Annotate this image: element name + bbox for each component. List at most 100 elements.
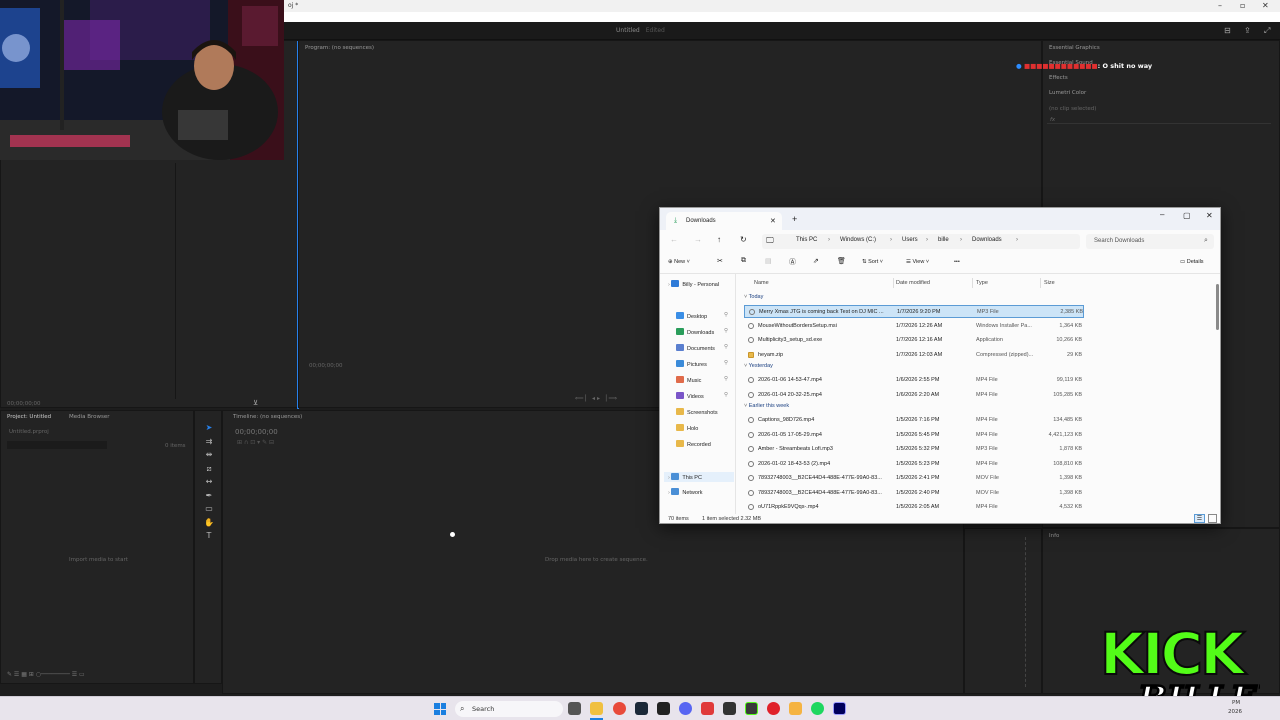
timeline-tools[interactable]: ⊞ ∩ ⊡ ▾ ✎ ⊟ — [237, 439, 274, 446]
kick-app-icon[interactable] — [745, 702, 758, 715]
cut-icon[interactable]: ✂ — [717, 257, 723, 265]
file-row[interactable]: 2026-01-04 20-32-25.mp4 1/6/2026 2:20 AM M… — [744, 389, 1084, 402]
tab-effects[interactable]: Effects — [1049, 75, 1068, 81]
column-date-modified[interactable]: Date modified — [896, 280, 930, 286]
explorer-close-icon[interactable]: ✕ — [1206, 211, 1213, 220]
tab-essential-graphics[interactable]: Essential Graphics — [1049, 45, 1100, 51]
nav-item-8[interactable]: Holo — [676, 424, 698, 432]
terminal-icon[interactable] — [723, 702, 736, 715]
start-icon[interactable] — [434, 703, 446, 715]
clock-date[interactable]: 2026 — [1228, 709, 1242, 715]
nav-item-1[interactable]: Desktop ⚲ — [676, 312, 728, 320]
nav-item-5[interactable]: Music ⚲ — [676, 376, 728, 384]
tool-icons[interactable]: ➤ ⇉ ⇹ ⧄ ↔ ✒ ▭ ✋ T — [202, 421, 216, 543]
project-search-input[interactable] — [7, 441, 107, 449]
new-tab-icon[interactable]: + — [792, 214, 797, 224]
task-view-icon[interactable] — [568, 702, 581, 715]
forward-icon[interactable]: → — [694, 235, 702, 244]
file-row[interactable]: 78932748003__B2CE44D4-488E-477E-99A0-83.… — [744, 472, 1084, 485]
premiere-icon[interactable] — [833, 702, 846, 715]
new-button[interactable]: ⊕ New ˅ — [668, 259, 690, 265]
share-icon[interactable]: ⇪ — [1244, 26, 1251, 35]
minimize-icon[interactable]: – — [1218, 1, 1222, 10]
file-row[interactable]: MouseWithoutBordersSetup.msi 1/7/2026 12:… — [744, 320, 1084, 333]
back-icon[interactable]: ← — [670, 235, 678, 244]
nav-item-7[interactable]: Screenshots — [676, 408, 718, 416]
breadcrumb-downloads[interactable]: Downloads — [972, 237, 1002, 243]
app-icon-circle-red[interactable] — [767, 702, 780, 715]
file-row[interactable]: heyam.zip 1/7/2026 12:03 AM Compressed (zi… — [744, 349, 1084, 362]
project-footer-tools[interactable]: ✎ ☰ ▦ ⊞ ○──────── ☰ ▭ — [7, 671, 187, 679]
nav-item-0[interactable]: › Billy - Personal — [668, 280, 719, 288]
paste-icon[interactable]: ▤ — [765, 257, 772, 265]
more-button[interactable]: ••• — [954, 259, 960, 265]
column-name[interactable]: Name — [754, 280, 769, 286]
nav-item-11[interactable]: › Network — [668, 488, 703, 496]
app-icon-yellow[interactable] — [789, 702, 802, 715]
file-row[interactable]: 2026-01-05 17-05-29.mp4 1/5/2026 5:45 PM M… — [744, 429, 1084, 442]
file-row[interactable]: Multiplicity3_setup_sd.exe 1/7/2026 12:16… — [744, 334, 1084, 347]
explorer-minimize-icon[interactable]: – — [1160, 210, 1164, 219]
rename-icon[interactable]: Ⓐ — [789, 257, 796, 267]
group-header[interactable]: ˅ Today — [744, 294, 763, 300]
up-icon[interactable]: ↑ — [717, 235, 721, 244]
chrome-icon[interactable] — [613, 702, 626, 715]
nav-item-label: Documents — [687, 346, 715, 352]
nav-item-3[interactable]: Documents ⚲ — [676, 344, 728, 352]
scrollbar-thumb[interactable] — [1216, 284, 1219, 330]
file-row[interactable]: 2026-01-06 14-53-47.mp4 1/6/2026 2:55 PM M… — [744, 374, 1084, 387]
file-explorer-taskbar-icon[interactable] — [590, 702, 603, 715]
details-button[interactable]: ▭ Details — [1180, 259, 1204, 265]
column-size[interactable]: Size — [1044, 280, 1055, 286]
close-icon[interactable]: ✕ — [1262, 1, 1269, 10]
address-input[interactable]: 🖵 This PC › Windows (C:) › Users › bille… — [762, 234, 1080, 249]
nav-item-9[interactable]: Recorded — [676, 440, 711, 448]
breadcrumb-this-pc[interactable]: This PC — [796, 237, 817, 243]
nav-item-2[interactable]: Downloads ⚲ — [676, 328, 728, 336]
nav-item-4[interactable]: Pictures ⚲ — [676, 360, 728, 368]
tiles-view-icon[interactable] — [1208, 514, 1217, 523]
details-view-icon[interactable]: ☰ — [1194, 514, 1205, 523]
taskbar-search-input[interactable]: ⌕ Search — [455, 701, 563, 717]
tab-downloads[interactable]: ⤓ Downloads ✕ — [666, 212, 782, 230]
nav-item-10[interactable]: › This PC — [664, 472, 734, 482]
explorer-maximize-icon[interactable]: ▢ — [1183, 211, 1191, 220]
file-row[interactable]: 78932748003__B2CE44D4-488E-477E-99A0-83.… — [744, 487, 1084, 500]
file-row[interactable]: Captions_98D726.mp4 1/5/2026 7:16 PM MP4 F… — [744, 414, 1084, 427]
column-type[interactable]: Type — [976, 280, 988, 286]
filter-icon[interactable]: ⊻ — [253, 399, 258, 407]
clock-time[interactable]: PM — [1232, 700, 1240, 706]
copy-icon[interactable]: ⧉ — [741, 257, 746, 265]
obs-icon[interactable] — [657, 702, 670, 715]
tab-lumetri-color[interactable]: Lumetri Color — [1049, 90, 1086, 96]
group-header[interactable]: ˅ Yesterday — [744, 363, 773, 369]
steam-icon[interactable] — [635, 702, 648, 715]
fullscreen-icon[interactable]: ⤢ — [1264, 26, 1270, 36]
file-row[interactable]: 2026-01-02 18-43-53 (2).mp4 1/5/2026 5:23… — [744, 458, 1084, 471]
sort-button[interactable]: ⇅ Sort ˅ — [862, 259, 883, 265]
tab-media-browser[interactable]: Media Browser — [69, 414, 110, 420]
search-input[interactable]: Search Downloads ⌕ — [1086, 234, 1214, 249]
tab-close-icon[interactable]: ✕ — [770, 217, 776, 225]
group-header[interactable]: ˅ Earlier this week — [744, 403, 789, 409]
tab-project[interactable]: Project: Untitled — [7, 414, 51, 420]
maximize-icon[interactable]: ▫ — [1240, 1, 1245, 10]
breadcrumb-bille[interactable]: bille — [938, 237, 949, 243]
spotify-icon[interactable] — [811, 702, 824, 715]
nav-item-6[interactable]: Videos ⚲ — [676, 392, 728, 400]
app-icon-red[interactable] — [701, 702, 714, 715]
refresh-icon[interactable]: ↻ — [740, 235, 747, 244]
file-row[interactable]: Amber - Streambeats Lofi.mp3 1/5/2026 5:3… — [744, 443, 1084, 456]
chat-username: ■■■■■■■■■■■■ — [1023, 62, 1098, 70]
breadcrumb-users[interactable]: Users — [902, 237, 918, 243]
workspaces-icon[interactable]: ⊟ — [1224, 26, 1231, 35]
discord-icon[interactable] — [679, 702, 692, 715]
view-button[interactable]: ☰ View ˅ — [906, 259, 929, 265]
breadcrumb-windows-c[interactable]: Windows (C:) — [840, 237, 876, 243]
nav-item-label: Billy - Personal — [682, 282, 720, 288]
delete-icon[interactable]: 🗑 — [837, 257, 846, 265]
file-icon — [748, 460, 754, 467]
file-row[interactable]: Merry Xmas JTG is coming back Test on DJ… — [744, 305, 1084, 318]
share-icon[interactable]: ⇗ — [813, 257, 819, 265]
playback-controls[interactable]: ⟸ ▏ ◂ ▸ ▕ ⟹ — [575, 395, 617, 402]
